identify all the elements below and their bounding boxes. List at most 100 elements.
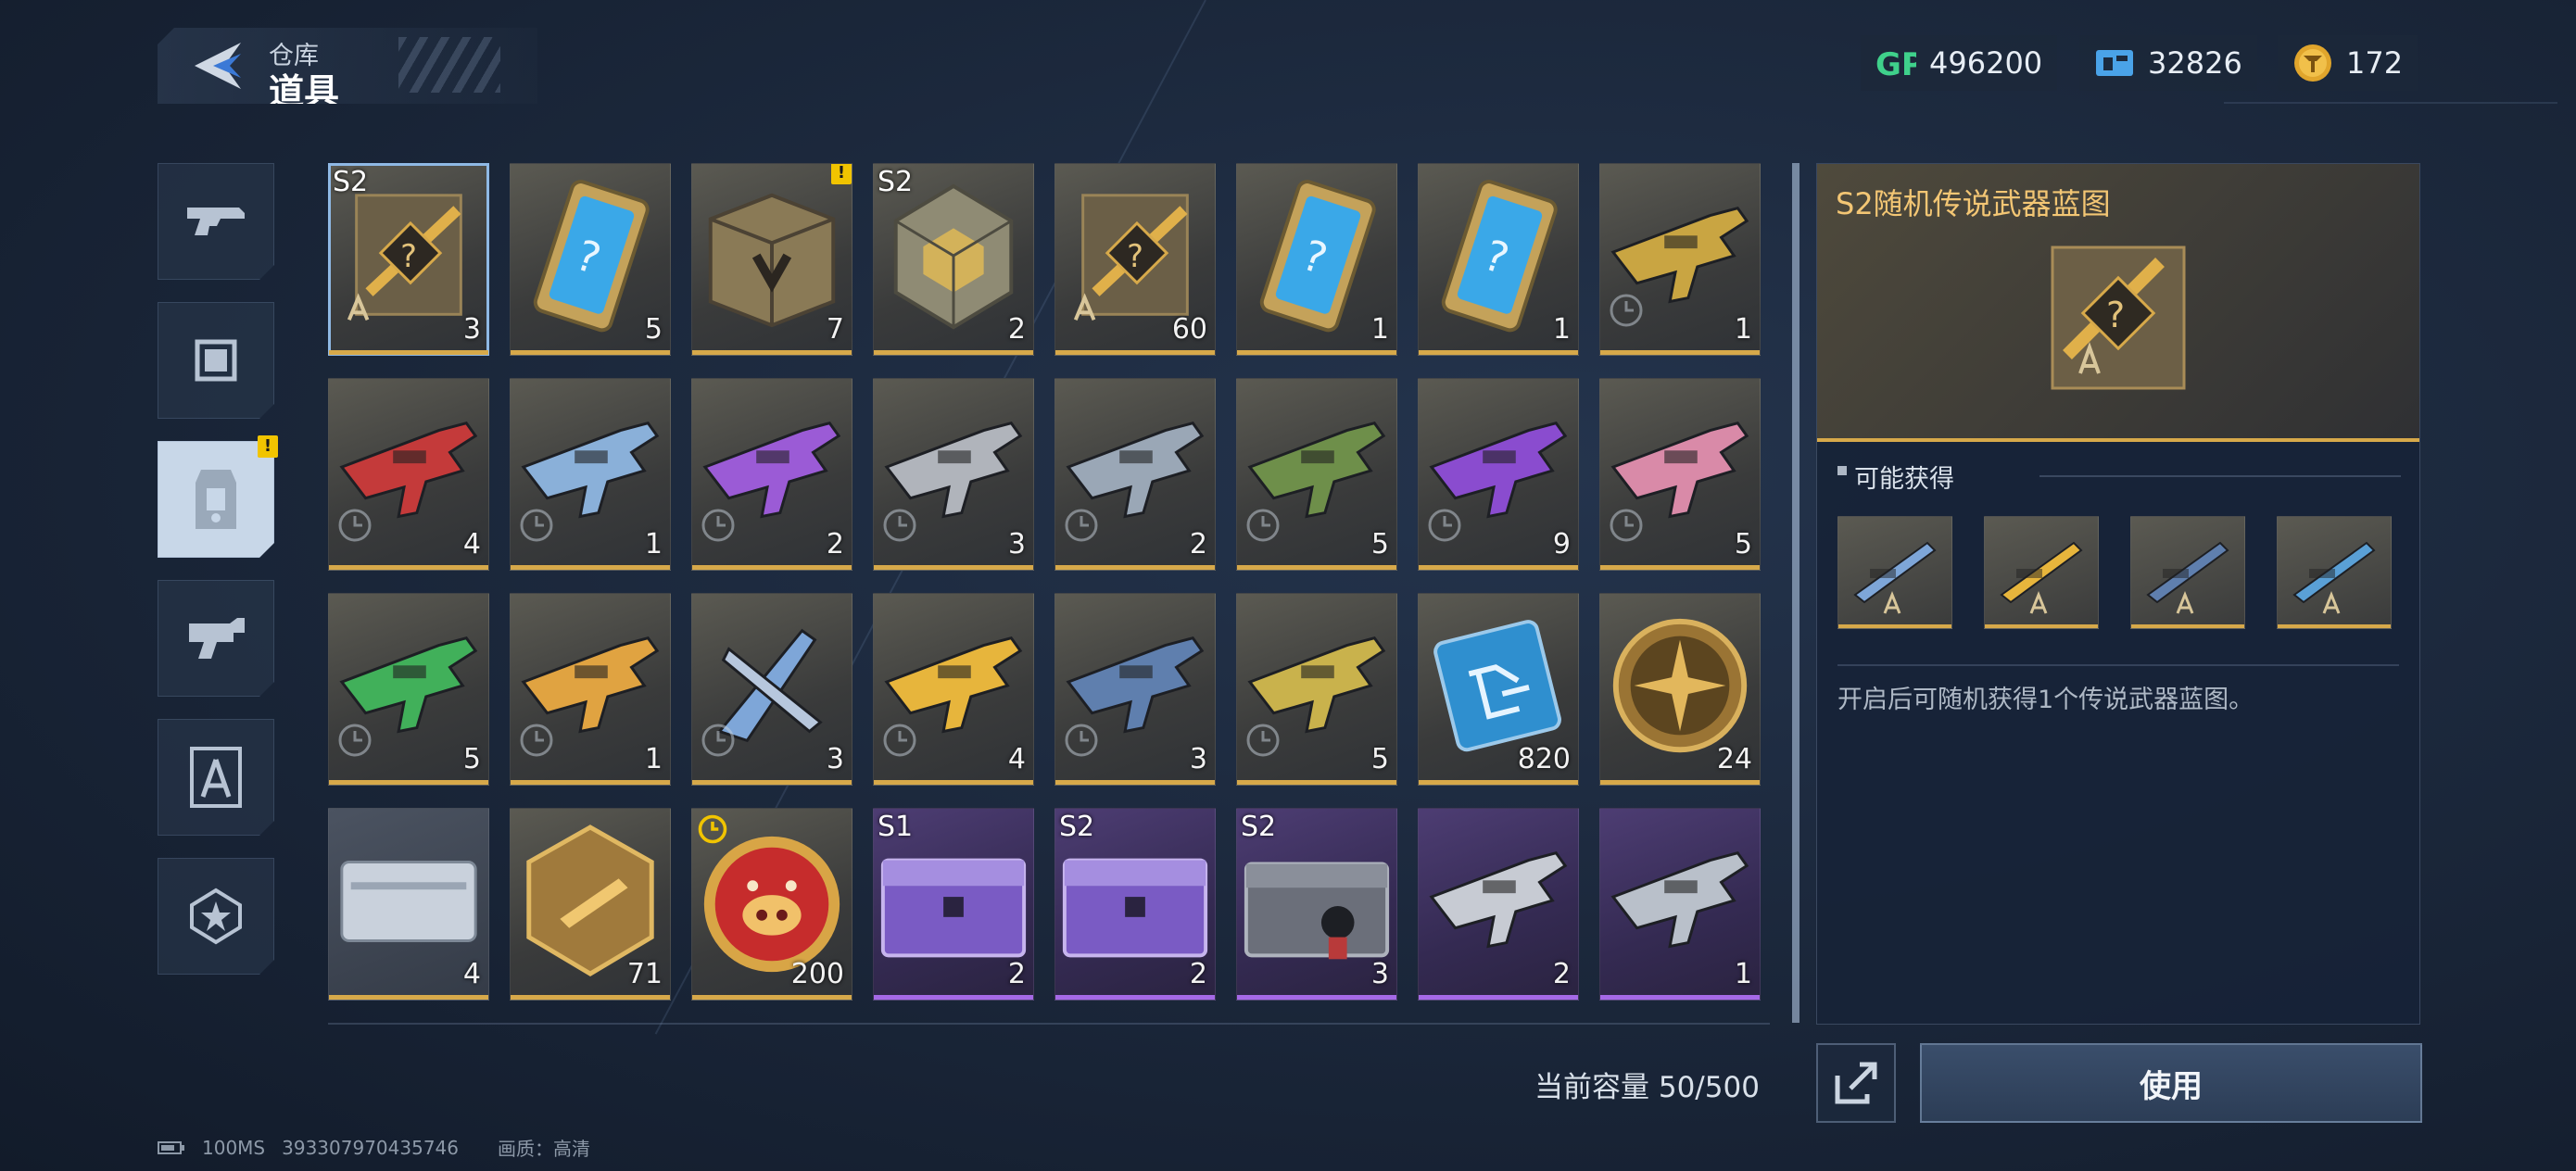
- capacity-label: 当前容量 50/500: [1534, 1071, 1760, 1104]
- inventory-item-slot[interactable]: 5: [1599, 378, 1761, 571]
- skin-frame-icon: [186, 331, 246, 390]
- inventory-item-slot[interactable]: 24: [1599, 593, 1761, 786]
- inventory-item-slot[interactable]: ? 1: [1236, 163, 1397, 356]
- timer-icon: [1065, 509, 1098, 542]
- item-count: 71: [626, 958, 663, 990]
- inventory-item-slot[interactable]: 1: [1599, 163, 1761, 356]
- season-tag: S2: [1059, 811, 1095, 843]
- currency-gp: GP 496200: [1861, 35, 2058, 91]
- inventory-item-slot[interactable]: ? 60: [1054, 163, 1216, 356]
- grid-scrollbar-thumb[interactable]: [1792, 163, 1799, 1023]
- tab-emblems[interactable]: [158, 858, 274, 975]
- inventory-item-slot[interactable]: 5: [1236, 593, 1397, 786]
- item-detail-panel: S2随机传说武器蓝图 ? 可能获得 开启后可随机获得1个传说武器蓝图。: [1816, 163, 2420, 1025]
- item-count: 4: [462, 958, 481, 990]
- share-button[interactable]: [1816, 1043, 1896, 1123]
- use-button[interactable]: 使用: [1920, 1043, 2422, 1123]
- inventory-item-slot[interactable]: 71: [510, 808, 671, 1001]
- header-stripes: [398, 37, 500, 93]
- season-tag: S2: [1241, 811, 1277, 843]
- inventory-item-slot[interactable]: 3: [873, 378, 1034, 571]
- item-count: 5: [1370, 743, 1389, 775]
- possible-reward-item[interactable]: [2130, 516, 2245, 629]
- tab-items-alert-icon: !: [258, 435, 278, 458]
- item-count: 4: [462, 528, 481, 560]
- detail-header: S2随机传说武器蓝图 ?: [1817, 164, 2419, 442]
- inventory-item-slot[interactable]: 2: [1054, 378, 1216, 571]
- ticket-icon: [2094, 43, 2135, 83]
- items-icon: [186, 460, 246, 538]
- player-id: 393307970435746: [282, 1136, 459, 1159]
- inventory-item-slot[interactable]: 200: [691, 808, 852, 1001]
- inventory-item-slot[interactable]: 2: [691, 378, 852, 571]
- back-button[interactable]: 仓库 道具: [158, 28, 537, 104]
- item-count: 2: [826, 528, 844, 560]
- inventory-item-slot[interactable]: 1: [1599, 808, 1761, 1001]
- page-title: 道具: [269, 71, 340, 112]
- possible-reward-item[interactable]: [1984, 516, 2099, 629]
- timer-icon: [1246, 724, 1280, 757]
- timer-icon: [520, 724, 553, 757]
- timer-icon: [1246, 509, 1280, 542]
- quality-text: 画质：高清: [498, 1138, 590, 1160]
- timer-icon: [338, 724, 372, 757]
- possible-reward-item[interactable]: [2277, 516, 2392, 629]
- grid-divider: [328, 1023, 1770, 1025]
- inventory-item-slot[interactable]: 1: [510, 593, 671, 786]
- inventory-item-slot[interactable]: ? 5: [510, 163, 671, 356]
- tab-skins[interactable]: [158, 302, 274, 419]
- currency-gp-value: 496200: [1929, 45, 2043, 81]
- gear-parts-icon: [183, 611, 248, 666]
- item-count: 5: [462, 743, 481, 775]
- item-count: 3: [826, 743, 844, 775]
- item-count: 820: [1517, 743, 1571, 775]
- item-count: 3: [462, 313, 481, 346]
- inventory-item-slot[interactable]: S2 2: [1054, 808, 1216, 1001]
- inventory-item-slot[interactable]: ! 7: [691, 163, 852, 356]
- timer-icon: [701, 724, 735, 757]
- inventory-item-slot[interactable]: 9: [1418, 378, 1579, 571]
- item-count: 4: [1007, 743, 1026, 775]
- item-count: 7: [826, 313, 844, 346]
- inventory-item-slot[interactable]: 4: [328, 378, 489, 571]
- item-count: 5: [644, 313, 663, 346]
- status-footer: 100MS 393307970435746 画质：高清: [158, 1134, 590, 1161]
- inventory-item-slot[interactable]: ? 1: [1418, 163, 1579, 356]
- item-count: 5: [1734, 528, 1752, 560]
- possible-reward-item[interactable]: [1837, 516, 1952, 629]
- item-count: 3: [1007, 528, 1026, 560]
- inventory-item-slot[interactable]: 5: [328, 593, 489, 786]
- item-count: 2: [1552, 958, 1571, 990]
- currency-gold-value: 172: [2346, 45, 2404, 81]
- inventory-item-slot[interactable]: 1: [510, 378, 671, 571]
- timer-icon: [338, 509, 372, 542]
- item-count: 200: [790, 958, 844, 990]
- inventory-item-slot[interactable]: 3: [691, 593, 852, 786]
- timer-icon: [698, 814, 727, 844]
- tab-blueprints[interactable]: [158, 719, 274, 836]
- inventory-item-slot[interactable]: 4: [328, 808, 489, 1001]
- tab-weapons[interactable]: [158, 163, 274, 280]
- inventory-item-slot[interactable]: S2 2: [873, 163, 1034, 356]
- inventory-item-slot[interactable]: 4: [873, 593, 1034, 786]
- tab-parts[interactable]: [158, 580, 274, 697]
- inventory-item-slot[interactable]: 5: [1236, 378, 1397, 571]
- inventory-item-slot[interactable]: S1 2: [873, 808, 1034, 1001]
- tab-items[interactable]: [158, 441, 274, 558]
- timer-icon: [520, 509, 553, 542]
- item-count: 5: [1370, 528, 1389, 560]
- pistol-blueprint-icon: [2292, 541, 2376, 614]
- gp-icon: GP: [1875, 43, 1916, 83]
- inventory-item-slot[interactable]: 3: [1054, 593, 1216, 786]
- inventory-item-slot[interactable]: S2 3: [1236, 808, 1397, 1001]
- currency-ticket: 32826: [2079, 35, 2257, 91]
- detail-description: 开启后可随机获得1个传说武器蓝图。: [1837, 686, 2254, 714]
- item-count: 2: [1007, 313, 1026, 346]
- inventory-item-slot[interactable]: 820: [1418, 593, 1579, 786]
- inventory-item-slot[interactable]: ? S2 3: [328, 163, 489, 356]
- inventory-item-slot[interactable]: 2: [1418, 808, 1579, 1001]
- item-count: 1: [1552, 313, 1571, 346]
- knife-blueprint-icon: [1853, 541, 1937, 614]
- svg-text:?: ?: [2106, 295, 2125, 335]
- back-arrow-icon: [195, 43, 241, 89]
